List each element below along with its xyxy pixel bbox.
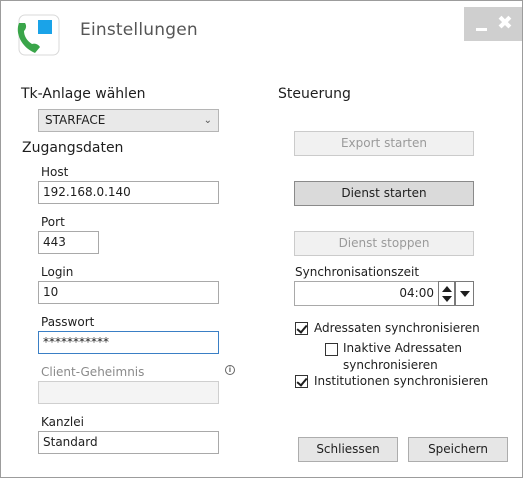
tk-system-select-value: STARFACE xyxy=(45,113,106,127)
spin-down-icon[interactable] xyxy=(442,296,452,302)
close-icon[interactable]: ✖ xyxy=(496,13,514,33)
window-controls: ✖ xyxy=(464,7,522,41)
sync-inactive-label-line2: synchronisieren xyxy=(343,358,438,372)
sync-institutions-checkbox[interactable] xyxy=(295,375,308,388)
password-label: Passwort xyxy=(41,315,95,329)
kanzlei-label: Kanzlei xyxy=(41,415,84,429)
host-label: Host xyxy=(41,165,69,179)
access-section-heading: Zugangsdaten xyxy=(22,140,124,156)
port-label: Port xyxy=(41,215,65,229)
close-button[interactable]: Schliessen xyxy=(298,437,398,462)
login-label: Login xyxy=(41,265,74,279)
sync-addressees-checkbox[interactable] xyxy=(295,322,308,335)
tk-system-select[interactable]: STARFACE ⌄ xyxy=(38,109,219,132)
kanzlei-input[interactable]: Standard xyxy=(38,431,219,454)
port-input[interactable]: 443 xyxy=(38,231,99,254)
info-icon[interactable]: i xyxy=(225,365,235,375)
tk-section-heading: Tk-Anlage wählen xyxy=(21,86,146,102)
client-secret-input xyxy=(38,381,219,404)
client-secret-label: Client-Geheimnis xyxy=(41,365,145,379)
sync-time-input[interactable]: 04:00 xyxy=(294,281,439,306)
host-input[interactable]: 192.168.0.140 xyxy=(38,181,219,204)
save-button[interactable]: Speichern xyxy=(408,437,508,462)
sync-institutions-label: Institutionen synchronisieren xyxy=(314,374,489,388)
service-stop-button[interactable]: Dienst stoppen xyxy=(294,231,474,256)
title-bar: Einstellungen ✖ xyxy=(1,1,522,63)
app-logo-icon xyxy=(17,14,60,56)
password-input[interactable]: *********** xyxy=(38,331,219,354)
chevron-down-icon: ⌄ xyxy=(203,115,212,126)
export-start-button[interactable]: Export starten xyxy=(294,131,474,156)
spin-up-icon[interactable] xyxy=(442,286,452,292)
time-dropdown-button[interactable] xyxy=(455,281,474,306)
login-input[interactable]: 10 xyxy=(38,281,219,304)
chevron-down-icon xyxy=(460,291,470,297)
settings-window: Einstellungen ✖ Tk-Anlage wählen STARFAC… xyxy=(0,0,523,478)
service-start-button[interactable]: Dienst starten xyxy=(294,181,474,206)
sync-time-label: Synchronisationszeit xyxy=(295,265,420,279)
window-title: Einstellungen xyxy=(80,20,198,40)
sync-inactive-label-line1: Inaktive Adressaten xyxy=(343,341,463,355)
minimize-icon[interactable] xyxy=(476,17,488,31)
control-section-heading: Steuerung xyxy=(278,86,351,102)
sync-addressees-label: Adressaten synchronisieren xyxy=(314,321,480,335)
sync-inactive-checkbox[interactable] xyxy=(325,343,338,356)
time-spinner[interactable] xyxy=(438,281,455,306)
